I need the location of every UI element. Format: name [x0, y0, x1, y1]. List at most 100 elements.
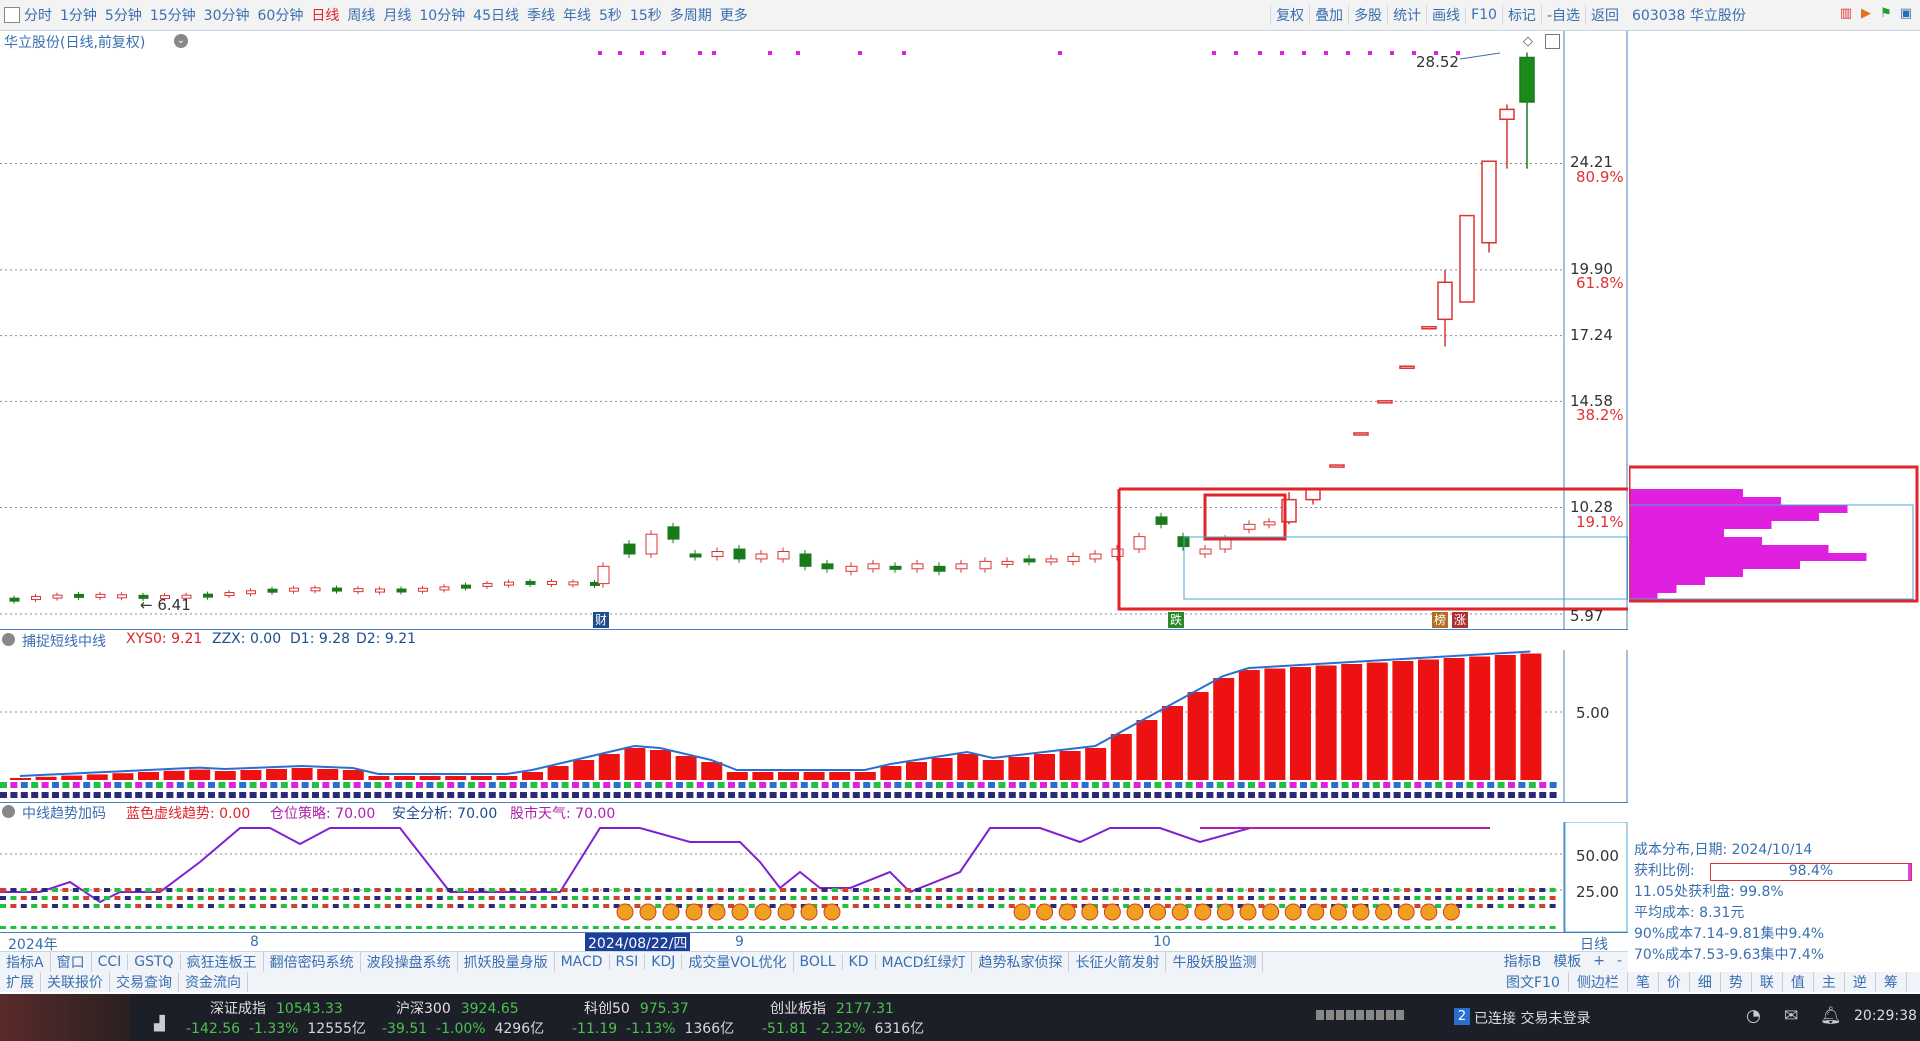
flag-icon[interactable]: ⚑: [1878, 6, 1894, 22]
cost-bar-5: [1629, 529, 1724, 537]
side-tab-8[interactable]: 主: [1814, 972, 1845, 992]
ind1-stripe: [436, 782, 444, 788]
index-szcz[interactable]: 深证成指 10543.33: [210, 998, 343, 1018]
event-marker-cai[interactable]: 财: [593, 612, 609, 628]
side-tab-7[interactable]: 值: [1783, 972, 1814, 992]
date-selected[interactable]: 2024/08/22/四: [585, 933, 691, 953]
tool-1[interactable]: 叠加: [1309, 5, 1348, 25]
tool-0[interactable]: 复权: [1270, 5, 1309, 25]
period-tab-16[interactable]: 更多: [720, 5, 748, 25]
side-tab-10[interactable]: 筹: [1876, 972, 1907, 992]
axis-label-1724: 17.24: [1570, 326, 1613, 344]
side-tab-3[interactable]: 价: [1659, 972, 1690, 992]
indicator-tab-13[interactable]: KD: [843, 954, 876, 970]
indicator-tab-2[interactable]: CCI: [92, 954, 129, 970]
indicator-tab-5[interactable]: 翻倍密码系统: [264, 952, 361, 972]
tool-5[interactable]: F10: [1465, 7, 1502, 23]
period-tab-4[interactable]: 30分钟: [204, 5, 250, 25]
ind2-bottom-stripe: [1300, 926, 1306, 929]
period-tab-11[interactable]: 季线: [527, 5, 555, 25]
index-hs300[interactable]: 沪深300 3924.65: [396, 998, 519, 1018]
period-tab-3[interactable]: 15分钟: [150, 5, 196, 25]
indicator-tab-8[interactable]: MACD: [555, 954, 610, 970]
play-icon[interactable]: ▶: [1858, 6, 1874, 22]
period-tab-14[interactable]: 15秒: [630, 5, 662, 25]
tool-4[interactable]: 画线: [1426, 5, 1465, 25]
indicator-tab-11[interactable]: 成交量VOL优化: [682, 952, 794, 972]
period-tab-8[interactable]: 月线: [383, 5, 411, 25]
period-tab-10[interactable]: 45日线: [473, 5, 519, 25]
indicator-tab-right-3[interactable]: -: [1611, 953, 1628, 969]
period-tab-0[interactable]: 分时: [24, 5, 52, 25]
indicator-tab-3[interactable]: GSTQ: [128, 954, 181, 970]
extension-tab-0[interactable]: 扩展: [0, 972, 41, 992]
indicator-tab-9[interactable]: RSI: [610, 954, 646, 970]
message-icon[interactable]: ✉: [1784, 1006, 1798, 1026]
indicator-tab-right-2[interactable]: +: [1587, 953, 1611, 969]
extension-tab-2[interactable]: 交易查询: [110, 972, 179, 992]
ind2-band: [1508, 896, 1514, 900]
period-tab-6[interactable]: 日线: [311, 5, 339, 25]
ind2-bottom-stripe: [561, 926, 568, 929]
indicator-tab-right-0[interactable]: 指标B: [1498, 951, 1548, 971]
extension-tab-1[interactable]: 关联报价: [41, 972, 110, 992]
connection-status[interactable]: 已连接 交易未登录: [1474, 1008, 1590, 1028]
indicator-tab-6[interactable]: 波段操盘系统: [361, 952, 458, 972]
axis-pct-618: 61.8%: [1576, 274, 1624, 292]
indicator2-collapse-icon[interactable]: [2, 805, 15, 818]
extension-tab-3[interactable]: 资金流向: [179, 972, 248, 992]
indicator-tab-17[interactable]: 牛股妖股监测: [1166, 952, 1264, 972]
indicator-tab-0[interactable]: 指标A: [0, 952, 51, 972]
side-tab-9[interactable]: 逆: [1845, 972, 1876, 992]
period-tab-5[interactable]: 60分钟: [258, 5, 304, 25]
index-kc50[interactable]: 科创50 975.37: [584, 998, 689, 1018]
layout-icon[interactable]: [4, 7, 20, 23]
indicator-tab-15[interactable]: 趋势私家侦探: [972, 952, 1070, 972]
ind2-band: [967, 888, 974, 892]
index-cyb[interactable]: 创业板指 2177.31: [770, 998, 894, 1018]
indicator-tab-7[interactable]: 抓妖股量身版: [458, 952, 555, 972]
ind2-band: [582, 904, 589, 908]
candle: [461, 584, 471, 589]
image-icon[interactable]: ▣: [1898, 6, 1914, 22]
tool-8[interactable]: 返回: [1585, 5, 1624, 25]
side-tab-4[interactable]: 细: [1690, 972, 1721, 992]
indicator-tab-12[interactable]: BOLL: [794, 954, 843, 970]
tool-2[interactable]: 多股: [1348, 5, 1387, 25]
period-tab-15[interactable]: 多周期: [670, 5, 712, 25]
tool-7[interactable]: -自选: [1540, 5, 1585, 25]
indicator-tab-10[interactable]: KDJ: [645, 954, 683, 970]
period-tab-13[interactable]: 5秒: [599, 5, 622, 25]
indicator1-collapse-icon[interactable]: [2, 633, 15, 646]
period-tab-7[interactable]: 周线: [347, 5, 375, 25]
period-tab-1[interactable]: 1分钟: [60, 5, 97, 25]
event-marker-die[interactable]: 跌: [1168, 612, 1184, 628]
period-tab-9[interactable]: 10分钟: [419, 5, 465, 25]
side-tab-0[interactable]: 图文F10: [1498, 972, 1569, 992]
indicator-tab-16[interactable]: 长征火箭发射: [1069, 952, 1167, 972]
side-tab-5[interactable]: 势: [1721, 972, 1752, 992]
service-icon[interactable]: ◔: [1746, 1006, 1761, 1026]
event-marker-zhang[interactable]: 涨: [1452, 612, 1468, 628]
chart-icon[interactable]: ▟: [154, 1016, 165, 1032]
side-tab-6[interactable]: 联: [1752, 972, 1783, 992]
bell-icon[interactable]: 🔔︎: [1820, 1006, 1842, 1026]
ind1-stripe: [187, 792, 195, 798]
side-tab-2[interactable]: 笔: [1628, 972, 1659, 992]
indicator-tab-14[interactable]: MACD红绿灯: [876, 952, 973, 972]
event-marker-bang[interactable]: 榜: [1432, 612, 1448, 628]
tool-3[interactable]: 统计: [1387, 5, 1426, 25]
indicator-tab-4[interactable]: 疯狂连板王: [181, 952, 264, 972]
indicator-tab-1[interactable]: 窗口: [51, 952, 92, 972]
period-tab-12[interactable]: 年线: [563, 5, 591, 25]
ind2-bottom-stripe: [416, 926, 422, 929]
report-icon[interactable]: ▥: [1838, 6, 1854, 22]
ind2-band: [551, 896, 558, 900]
period-tab-2[interactable]: 5分钟: [105, 5, 142, 25]
indicator-tab-right-1[interactable]: 模板: [1547, 951, 1587, 971]
ind2-band: [364, 904, 370, 908]
side-tab-1[interactable]: 侧边栏: [1569, 972, 1628, 992]
tool-6[interactable]: 标记: [1501, 5, 1541, 25]
ind2-band: [1279, 888, 1286, 892]
cyb-change-row: -51.81 -2.32% 6316亿: [762, 1018, 924, 1038]
